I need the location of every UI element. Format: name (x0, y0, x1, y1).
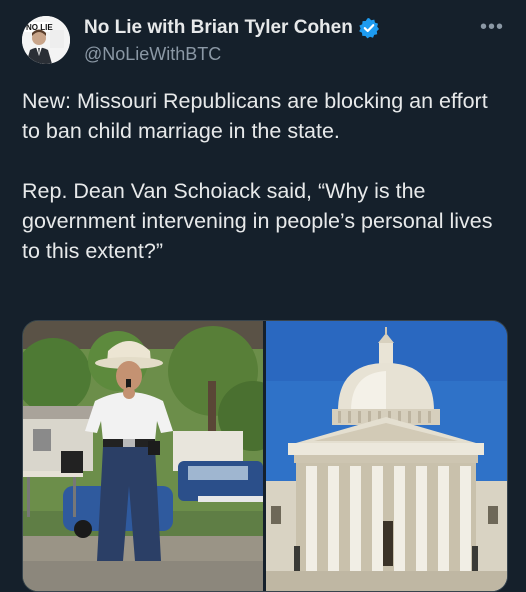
author-names: No Lie with Brian Tyler Cohen @NoLieWith… (84, 17, 380, 65)
media-photo-capitol[interactable] (266, 321, 507, 591)
tweet-paragraph: Rep. Dean Van Schoiack said, “Why is the… (22, 179, 493, 263)
speaker-photo (23, 321, 263, 591)
tweet-media (22, 320, 508, 592)
verified-badge-icon (358, 17, 380, 39)
more-horizontal-icon[interactable]: ••• (480, 17, 504, 37)
author-display-name[interactable]: No Lie with Brian Tyler Cohen (84, 17, 353, 39)
avatar[interactable]: NO LIE (22, 16, 70, 64)
tweet-text: New: Missouri Republicans are blocking a… (22, 86, 502, 266)
tweet-header: NO LIE No Lie with Brian Tyler Cohen @No… (22, 16, 512, 72)
avatar-image: NO LIE (22, 16, 70, 64)
capitol-photo (266, 321, 507, 591)
author-handle[interactable]: @NoLieWithBTC (84, 44, 380, 65)
tweet-paragraph: New: Missouri Republicans are blocking a… (22, 89, 488, 143)
media-photo-speaker[interactable] (23, 321, 263, 591)
